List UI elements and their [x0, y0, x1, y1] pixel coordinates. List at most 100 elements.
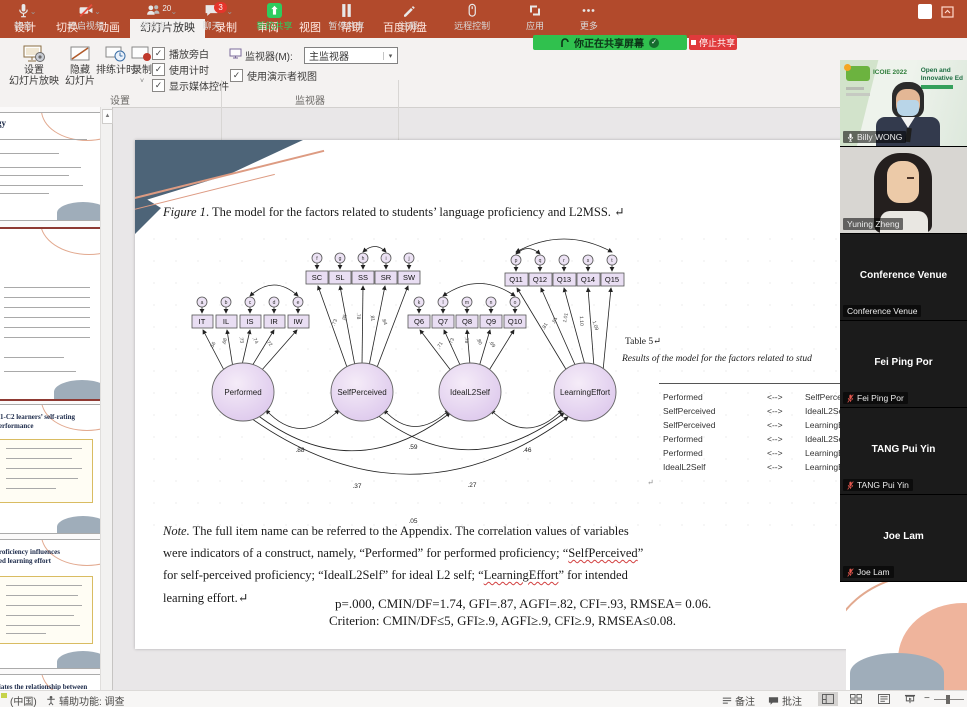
backdrop-banner-bar [921, 85, 953, 89]
mic-muted-icon [847, 568, 854, 577]
video-tile-yuning[interactable]: Yuning Zheng [840, 147, 967, 234]
error-term-label: p [515, 258, 518, 264]
person-eye [907, 177, 914, 179]
start-video-button[interactable]: ⌄ 开启视频 [66, 0, 106, 33]
table-row: Performed<-->IdealL2Self [663, 434, 848, 444]
fit-statistics-line: p=.000, CMIN/DF=1.74, GFI=.87, AGFI=.82,… [335, 596, 711, 612]
stop-share-label: 停止共享 [699, 36, 735, 49]
mic-muted-icon [847, 394, 854, 403]
figure-caption-number: Figure 1 [163, 205, 206, 219]
mic-icon: ⌄ [17, 3, 30, 18]
note-italic: Note. [163, 524, 190, 538]
scroll-up-icon[interactable]: ▲ [102, 109, 113, 124]
chat-button[interactable]: 3 ⌄ 聊天 [201, 0, 223, 33]
new-share-button[interactable]: 新的共享 [255, 0, 295, 33]
zoom-out-button[interactable]: − [924, 693, 930, 704]
more-button[interactable]: 更多 [578, 0, 600, 33]
table-cell: IdealL2Self [663, 462, 767, 472]
monitor-dropdown-caret-icon[interactable]: ▾ [383, 52, 397, 60]
checkbox-check-icon: ✓ [152, 79, 165, 92]
comments-button[interactable]: 批注 [768, 693, 802, 707]
pause-share-button[interactable]: 暂停共享 [326, 0, 366, 33]
face-mask [897, 100, 919, 116]
slide-sorter-view-button[interactable] [846, 692, 866, 706]
chevron-down-icon[interactable]: ⌄ [94, 7, 101, 16]
video-tile-tang-pui-yin[interactable]: TANG Pui Yin TANG Pui Yin [840, 408, 967, 495]
video-tile-joe-lam[interactable]: Joe Lam Joe Lam [840, 495, 967, 582]
monitor-dropdown-value: 主监视器 [305, 48, 383, 63]
mute-button[interactable]: ⌄ 静音 [12, 0, 34, 33]
use-timings-checkbox[interactable]: ✓ 使用计时 [152, 62, 209, 77]
indicator-box-label: IS [246, 317, 253, 326]
annotate-button[interactable]: 注释 [398, 0, 420, 33]
thumbnail-text-line [6, 458, 72, 459]
loading-value: 1.10 [578, 316, 584, 326]
error-term-label: i [385, 256, 386, 262]
use-presenter-view-label: 使用演示者视图 [247, 68, 317, 83]
mouse-icon [466, 3, 478, 18]
thumbnail-title-line: C1-C2 learners’ self-rating [0, 413, 75, 421]
tab-view[interactable]: 视图 [289, 19, 331, 38]
thumbnail-text-line [6, 615, 74, 616]
notes-button[interactable]: 备注 [722, 693, 755, 707]
slide-canvas[interactable]: Figure 1. The model for the factors rela… [135, 140, 962, 649]
accessibility-status[interactable]: 辅助功能: 调查 [46, 693, 125, 707]
monitors-group-label: 监视器 [260, 92, 360, 107]
video-tile-conference-venue[interactable]: Conference Venue Conference Venue [840, 234, 967, 321]
thumbnail-text-line [0, 185, 83, 186]
participant-name: Conference Venue [847, 305, 917, 317]
note-text: The full item name can be referred to th… [190, 524, 629, 538]
participant-name: Yuning Zheng [847, 218, 899, 230]
apps-button[interactable]: 应用 [524, 0, 546, 33]
use-presenter-view-checkbox[interactable]: ✓ 使用演示者视图 [230, 68, 317, 83]
setup-slideshow-label-1: 设置 [24, 65, 44, 76]
monitor-icon [229, 48, 242, 59]
normal-view-button[interactable] [818, 692, 838, 706]
show-media-controls-checkbox[interactable]: ✓ 显示媒体控件 [152, 78, 229, 93]
thumbnail-slide-1[interactable]: gy [0, 112, 104, 221]
reading-view-button[interactable] [874, 692, 894, 706]
status-indicator [1, 693, 7, 698]
chevron-down-icon[interactable]: ⌄ [171, 7, 178, 16]
thumbnail-scrollbar[interactable]: ▲ [100, 107, 112, 690]
slideshow-view-button[interactable] [900, 692, 920, 706]
thumbnail-slide-2-selected[interactable] [0, 227, 106, 401]
play-narrations-checkbox[interactable]: ✓ 播放旁白 [152, 46, 209, 61]
setup-slideshow-button[interactable]: 设置 幻灯片放映 [8, 43, 60, 87]
stop-share-button[interactable]: 停止共享 [689, 35, 737, 50]
thumbnail-text-line [6, 478, 78, 479]
loading-value: .68 [221, 337, 229, 345]
hide-slide-label-2: 幻灯片 [65, 76, 95, 87]
checkbox-check-icon: ✓ [230, 69, 243, 82]
record-label: 录制 [132, 65, 152, 76]
thumbnail-table-line [4, 317, 90, 318]
screen: 设计 切换 动画 幻灯片放映 录制 审阅 视图 帮助 百度网盘 设置 幻灯片放映 [0, 0, 967, 707]
participant-name-chip: Yuning Zheng [843, 218, 903, 230]
record-dropdown-caret[interactable]: ˅ [140, 76, 144, 87]
thumbnail-text-line [0, 153, 59, 154]
chevron-down-icon[interactable]: ⌄ [226, 7, 233, 16]
table-cell: Performed [663, 448, 767, 458]
participants-button[interactable]: 20 ⌄ 参会者 [138, 0, 169, 33]
language-status[interactable]: (中国) [10, 693, 37, 707]
error-term-label: d [273, 300, 276, 306]
remote-control-button[interactable]: 远程控制 [452, 0, 492, 33]
zoom-slider-handle[interactable] [946, 695, 950, 704]
participant-name: TANG Pui Yin [857, 479, 909, 491]
monitor-dropdown[interactable]: 主监视器 ▾ [304, 47, 398, 64]
thumbnail-text-line [6, 468, 82, 469]
ribbon-display-options-icon[interactable] [941, 6, 954, 18]
error-term-label: o [514, 300, 517, 306]
loading-value: .84 [380, 317, 388, 326]
thumbnail-slide-4[interactable]: proficiency influences ded learning effo… [0, 539, 104, 669]
video-tile-billy[interactable]: ICOIE 2022 Open and Innovative Ed Billy … [840, 60, 967, 147]
video-tile-fei-ping-por[interactable]: Fei Ping Por Fei Ping Por [840, 321, 967, 408]
indicator-box-label: Q10 [508, 317, 522, 326]
table5-subtitle: Results of the model for the factors rel… [622, 354, 812, 364]
fit-criterion-line: Criterion: CMIN/DF≤5, GFI≥.9, AGFI≥.9, C… [329, 613, 676, 629]
thumbnail-slide-3[interactable]: C1-C2 learners’ self-rating performance [0, 404, 104, 534]
chevron-down-icon[interactable]: ⌄ [30, 7, 37, 16]
indicator-box-label: IT [199, 317, 206, 326]
thumbnail-table-line [4, 327, 90, 328]
indicator-box-label: IL [223, 317, 229, 326]
